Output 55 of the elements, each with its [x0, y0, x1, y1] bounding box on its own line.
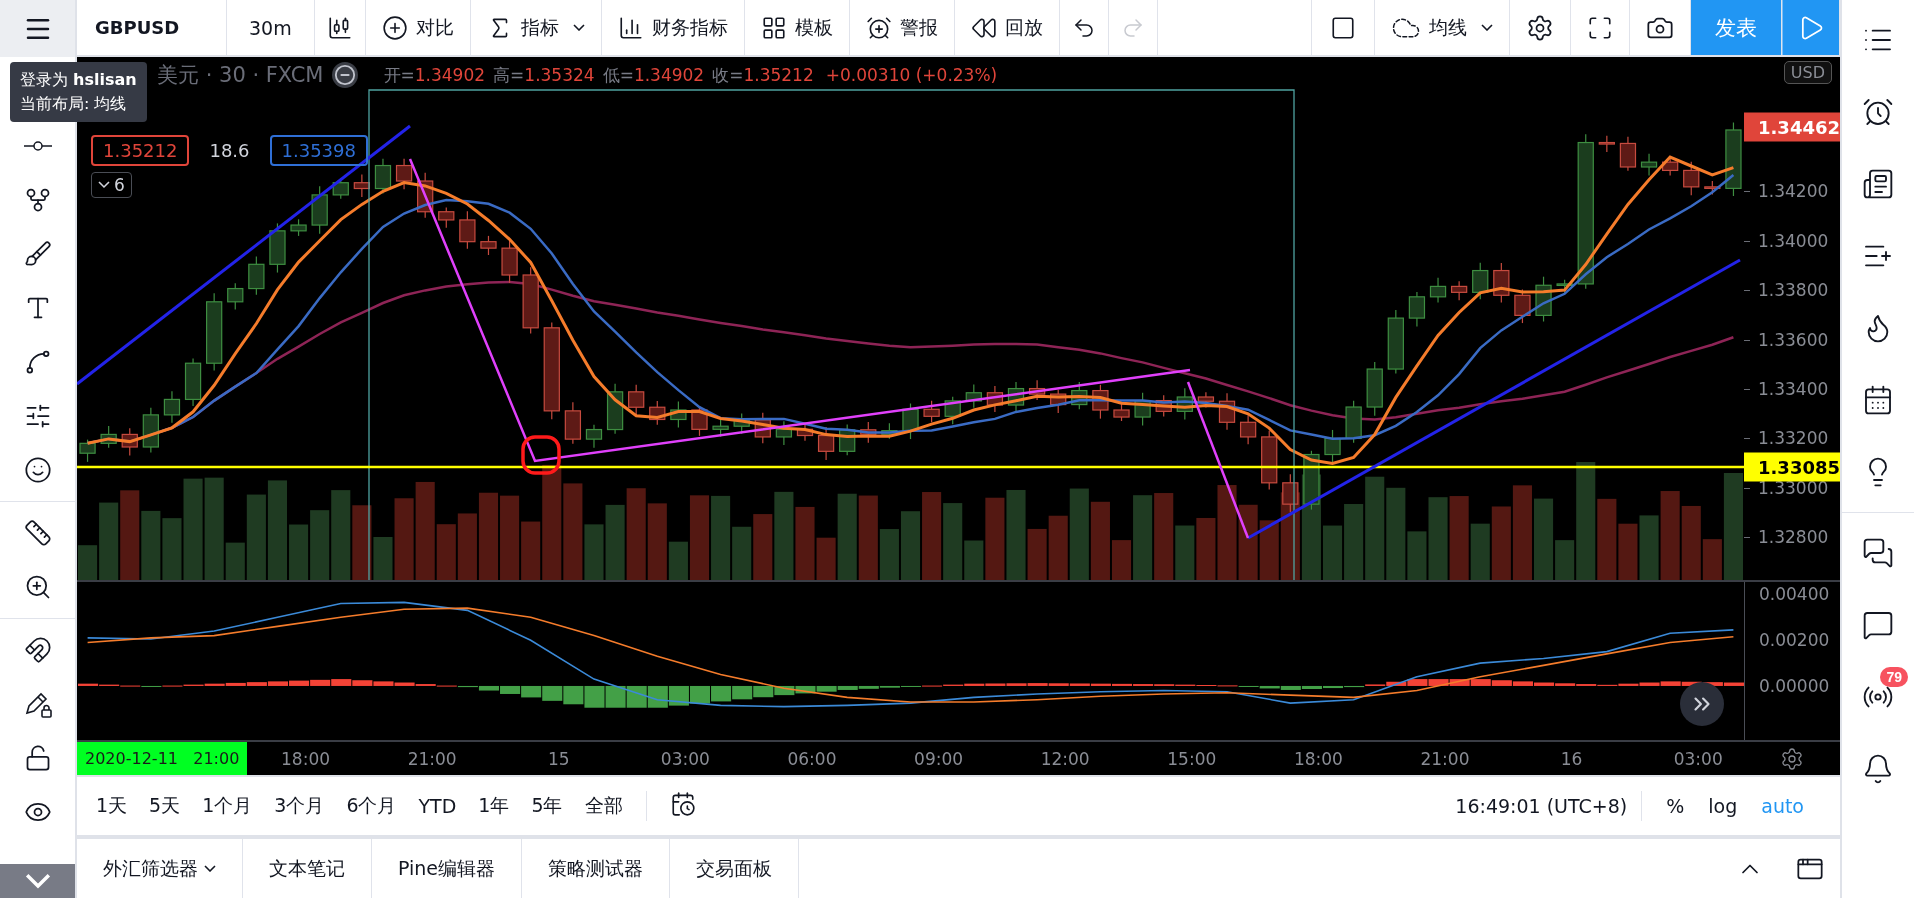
scale-option[interactable]: %	[1656, 789, 1695, 823]
time-tick: 18:00	[281, 748, 330, 769]
time-tick: 15	[547, 748, 570, 769]
time-tick: 12:00	[1040, 748, 1090, 769]
ohlc-value: 1.35324	[524, 65, 595, 85]
range-button[interactable]: 5天	[140, 787, 190, 825]
legend-title: 美元 · 30 · FXCM	[157, 62, 324, 89]
notification-count: 79	[1880, 667, 1908, 687]
time-tick: 15:00	[1167, 748, 1217, 769]
macd-tick: 0.00000	[1759, 675, 1830, 696]
indicator-value: 18.6	[208, 139, 251, 163]
range-button[interactable]: 3个月	[265, 787, 334, 825]
range-button[interactable]: 1个月	[193, 787, 262, 825]
ohlc-label: 开=	[383, 63, 415, 87]
ohlc-label: 低=	[602, 63, 634, 87]
price-tick: 1.33600	[1758, 329, 1829, 350]
time-tick: 06:00	[787, 748, 837, 769]
price-change: +0.00310 (+0.23%)	[825, 65, 998, 85]
tooltip-text: 当前布局: 均线	[20, 93, 128, 115]
scale-option[interactable]: log	[1698, 789, 1748, 823]
indicators-toggle-button[interactable]: 6	[91, 172, 132, 198]
time-tick: 16	[1560, 748, 1583, 769]
price-tick: 1.34200	[1758, 181, 1829, 202]
time-tick: 03:00	[1673, 748, 1723, 769]
range-button[interactable]: YTD	[409, 789, 466, 823]
price-tick: 1.32800	[1758, 527, 1829, 548]
ohlc-value: 1.34902	[633, 65, 705, 85]
time-tick: 18:00	[1293, 748, 1343, 769]
macd-tick: 0.00400	[1759, 584, 1830, 605]
ohlc-label: 高=	[493, 63, 525, 87]
indicator-value: 1.35398	[269, 135, 368, 166]
time-tick: 03:00	[660, 748, 710, 769]
range-button[interactable]: 1天	[87, 787, 137, 825]
time-tick: 09:00	[914, 748, 964, 769]
time-tick: 21:00	[1420, 748, 1470, 769]
price-tick: 1.33200	[1758, 428, 1829, 449]
price-tick: 1.33800	[1758, 280, 1829, 301]
currency-tag: USD	[1783, 61, 1832, 84]
ohlc-value: 1.35212	[743, 65, 814, 85]
ohlc-value: 1.34902	[414, 65, 486, 85]
indicator-value: 1.35212	[91, 135, 190, 166]
time-tick: 21:00	[407, 748, 457, 769]
range-button[interactable]: 6个月	[337, 787, 406, 825]
price-tick: 1.34000	[1758, 230, 1829, 251]
tooltip-text: 登录为 hslisan	[20, 69, 137, 91]
crosshair-date-label: 2020-12-11 21:00	[77, 742, 248, 775]
ohlc-label: 收=	[712, 63, 744, 87]
price-tick: 1.33400	[1758, 379, 1829, 399]
macd-tick: 0.00200	[1759, 630, 1830, 651]
price-label: 1.34462	[1744, 112, 1840, 142]
range-button[interactable]: 1年	[469, 787, 519, 825]
price-label: 1.33085	[1744, 452, 1840, 482]
range-button[interactable]: 全部	[575, 787, 632, 825]
clock-text: 16:49:01 (UTC+8)	[1455, 795, 1628, 817]
range-button[interactable]: 5年	[522, 787, 572, 825]
